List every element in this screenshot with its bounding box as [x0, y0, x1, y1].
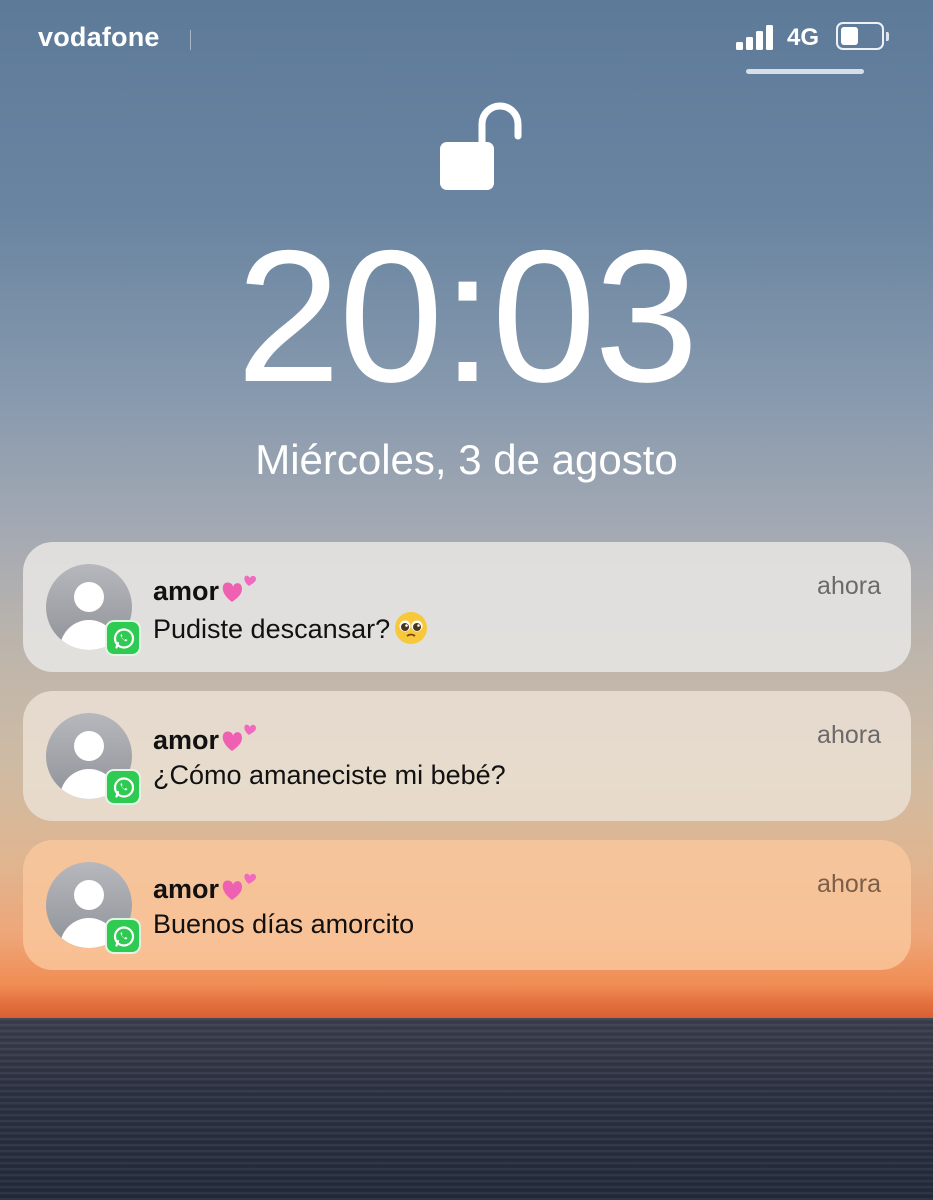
network-type: 4G — [787, 24, 820, 51]
pleading-face-emoji — [394, 611, 428, 645]
whatsapp-icon — [105, 769, 141, 805]
lock-screen-date: Miércoles, 3 de agosto — [255, 436, 678, 483]
whatsapp-icon — [105, 620, 141, 656]
two-hearts-emoji — [220, 574, 260, 604]
whatsapp-icon — [105, 918, 141, 954]
notification-sender: amor — [153, 574, 260, 607]
battery-icon — [836, 22, 889, 52]
control-center-handle[interactable] — [746, 69, 864, 74]
two-hearts-emoji — [220, 723, 260, 753]
signal-strength-icon — [736, 24, 780, 50]
notification-card[interactable]: amor ¿Cómo amaneciste mi bebé? ahora — [23, 691, 911, 821]
notification-time: ahora — [817, 721, 881, 749]
carrier-name: vodafone — [38, 22, 160, 52]
notification-sender: amor — [153, 723, 260, 756]
notification-time: ahora — [817, 572, 881, 600]
notification-message: ¿Cómo amaneciste mi bebé? — [153, 760, 506, 790]
notification-message: Pudiste descansar? — [153, 611, 428, 645]
horizon-glow — [0, 990, 933, 1020]
sea-background — [0, 1018, 933, 1200]
notification-time: ahora — [817, 870, 881, 898]
notification-message: Buenos días amorcito — [153, 909, 415, 939]
notification-card[interactable]: amor Pudiste descansar? ahora — [23, 542, 911, 672]
notification-sender: amor — [153, 872, 260, 905]
unlocked-padlock-icon — [440, 102, 522, 190]
two-hearts-emoji — [220, 872, 260, 902]
lock-screen-clock: 20:03 — [236, 211, 698, 421]
carrier-divider — [190, 30, 191, 50]
notification-card[interactable]: amor Buenos días amorcito ahora — [23, 840, 911, 970]
